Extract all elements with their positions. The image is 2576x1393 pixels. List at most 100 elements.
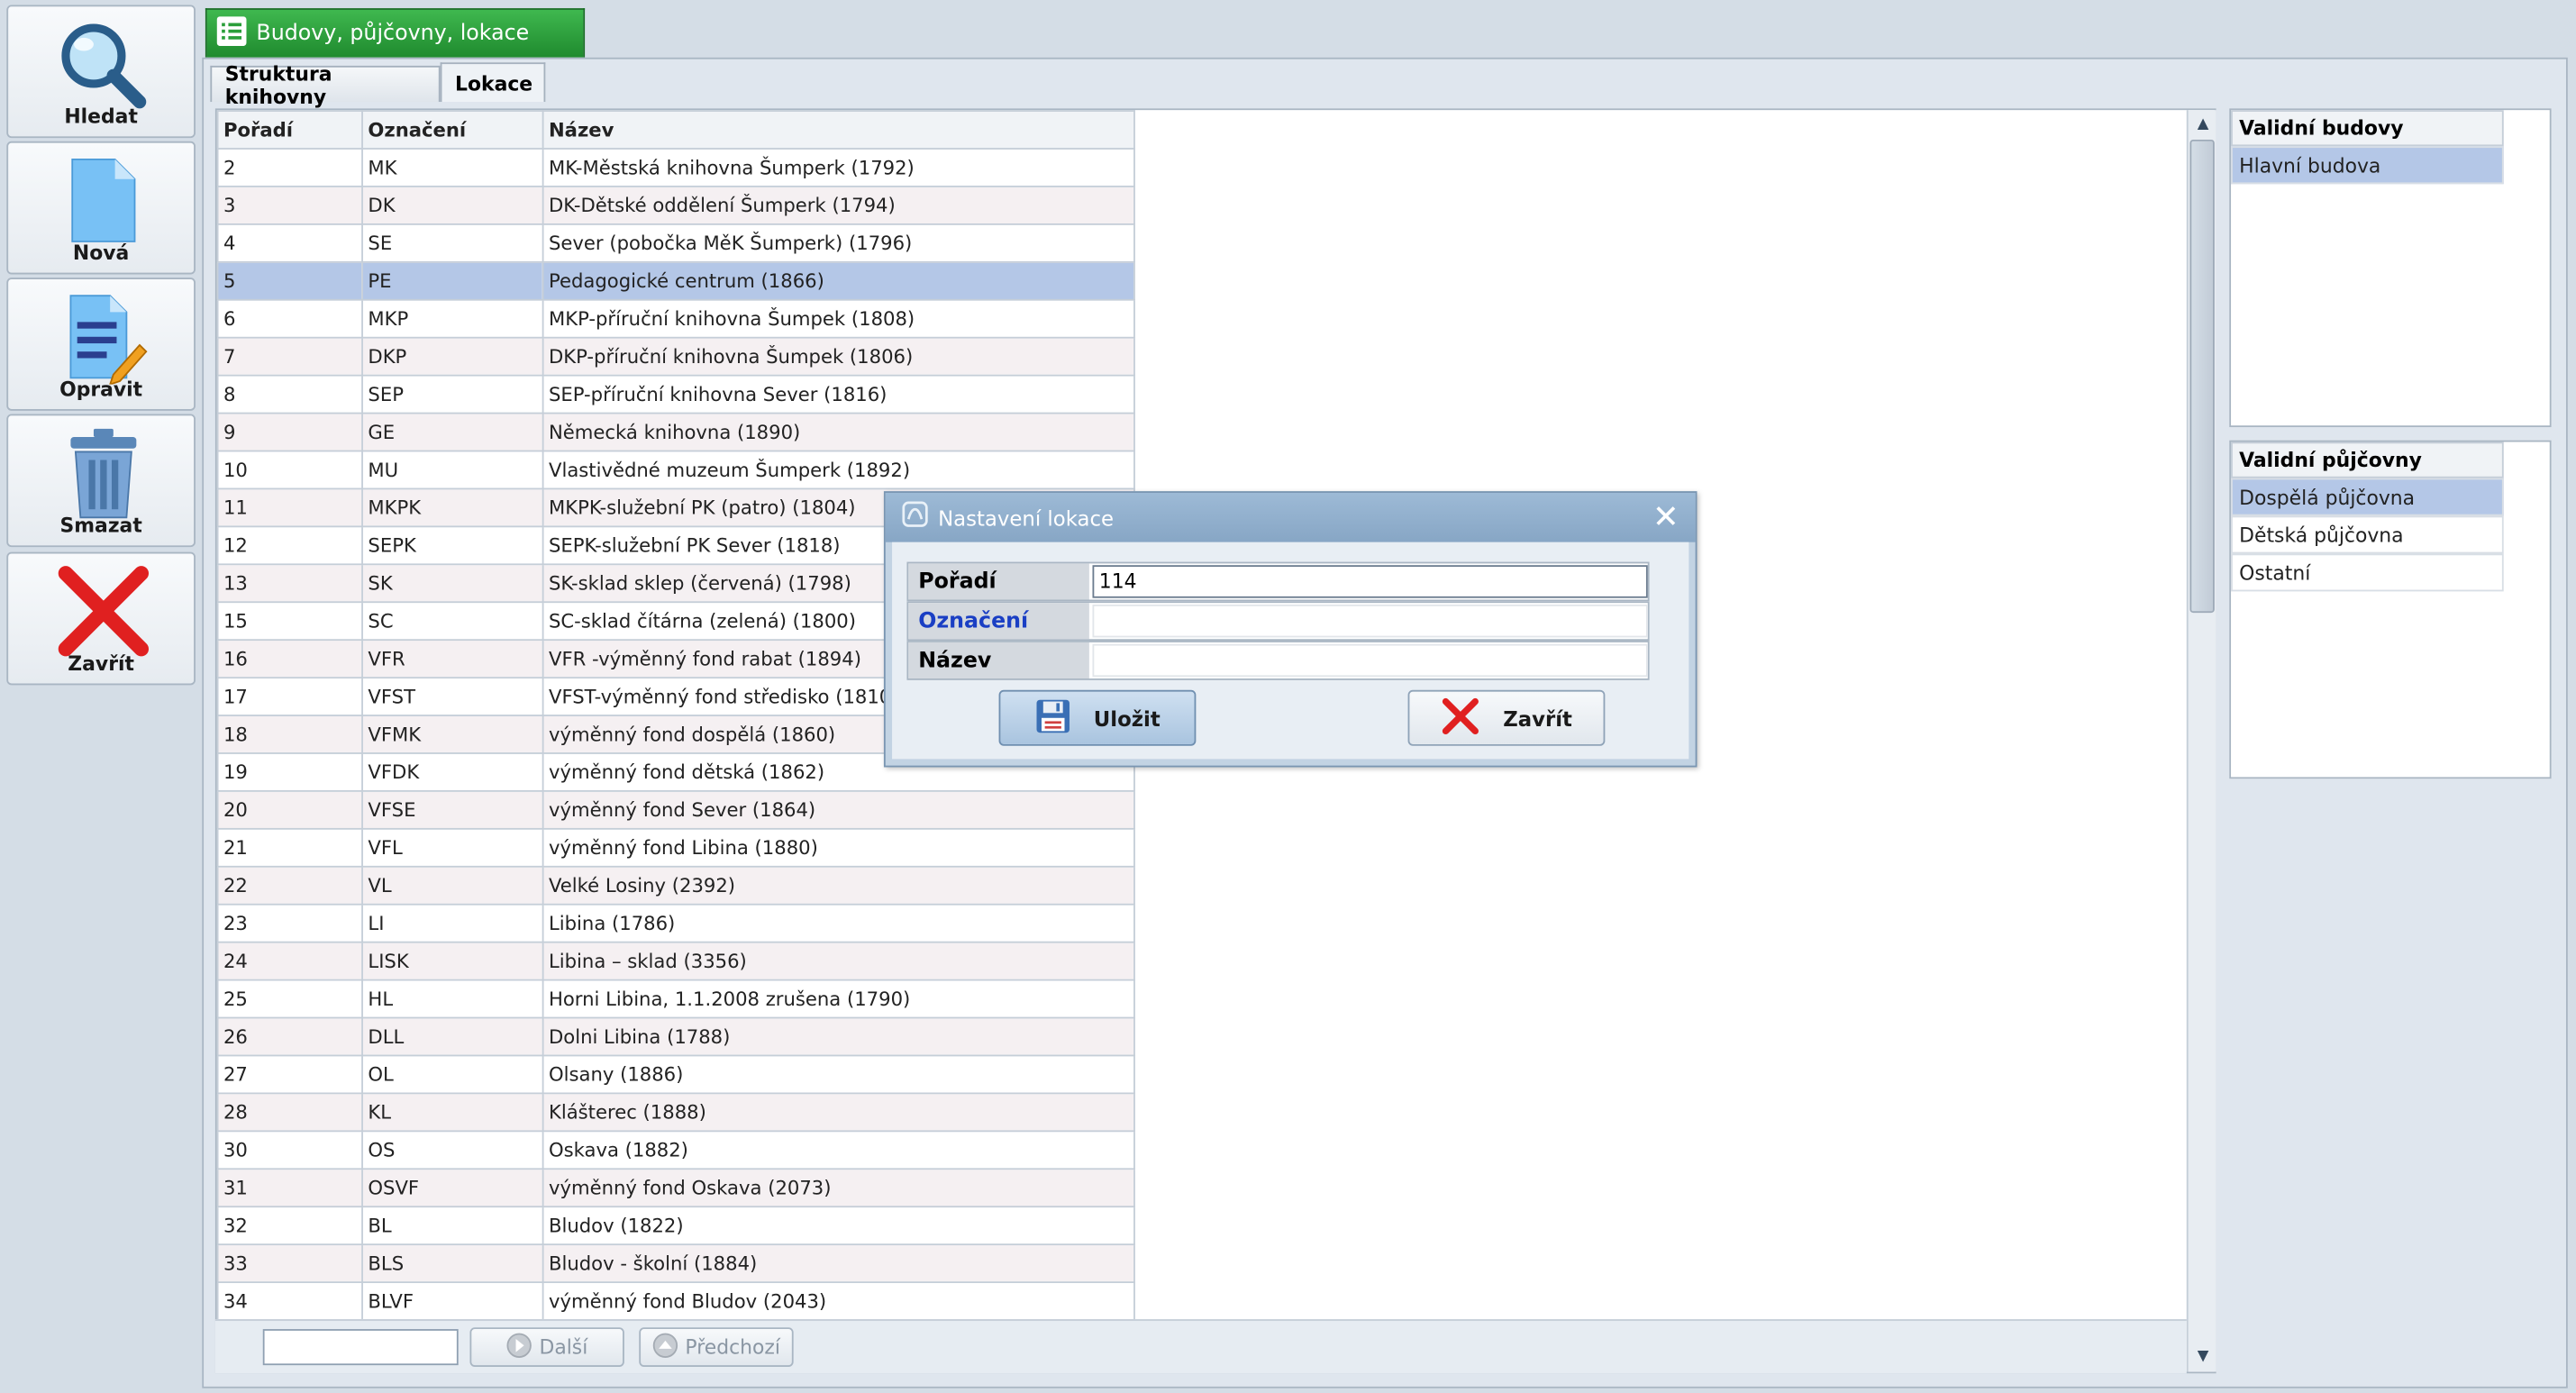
module-tab[interactable]: Budovy, půjčovny, lokace bbox=[205, 8, 586, 58]
previous-button[interactable]: Předchozí bbox=[639, 1327, 794, 1367]
code-cell: OL bbox=[361, 1054, 544, 1095]
table-row[interactable]: 7 DKP DKP-příruční knihovna Šumpek (1806) bbox=[216, 336, 1135, 377]
new-button[interactable]: Nová bbox=[6, 141, 196, 275]
name-cell: MK-Městská knihovna Šumperk (1792) bbox=[542, 148, 1135, 187]
tab-library-structure[interactable]: Struktura knihovny bbox=[210, 61, 441, 107]
code-field[interactable] bbox=[1092, 604, 1648, 638]
location-settings-dialog: Nastavení lokace Pořadí 114 Označení Náz… bbox=[883, 491, 1698, 768]
table-row[interactable]: 25 HL Horni Libina, 1.1.2008 zrušena (1790… bbox=[216, 979, 1135, 1019]
pager-search-input[interactable] bbox=[262, 1329, 459, 1366]
table-row[interactable]: 20 VFSE výměnný fond Sever (1864) bbox=[216, 790, 1135, 830]
next-button[interactable]: Další bbox=[469, 1327, 624, 1367]
table-row[interactable]: 5 PE Pedagogické centrum (1866) bbox=[216, 260, 1135, 301]
code-cell: DLL bbox=[361, 1016, 544, 1057]
name-cell: Horni Libina, 1.1.2008 zrušena (1790) bbox=[542, 979, 1135, 1019]
name-cell: Bludov - školní (1884) bbox=[542, 1243, 1135, 1283]
dialog-title-bar[interactable]: Nastavení lokace bbox=[885, 492, 1696, 542]
table-row[interactable]: 3 DK DK-Dětské oddělení Šumperk (1794) bbox=[216, 186, 1135, 225]
save-button-label: Uložit bbox=[1093, 706, 1161, 731]
code-cell: VFST bbox=[361, 677, 544, 716]
list-item[interactable]: Ostatní bbox=[2231, 553, 2504, 592]
code-cell: OS bbox=[361, 1130, 544, 1170]
name-field-row: Název bbox=[906, 641, 1650, 680]
name-cell: Sever (pobočka MěK Šumperk) (1796) bbox=[542, 223, 1135, 263]
table-row[interactable]: 33 BLS Bludov - školní (1884) bbox=[216, 1243, 1135, 1283]
code-cell: HL bbox=[361, 979, 544, 1019]
column-header-name[interactable]: Název bbox=[542, 110, 1135, 150]
order-cell: 18 bbox=[216, 715, 363, 754]
list-icon bbox=[216, 15, 247, 51]
column-header-order[interactable]: Pořadí bbox=[216, 110, 363, 150]
code-cell: VFDK bbox=[361, 752, 544, 792]
name-field-label: Název bbox=[908, 642, 1089, 679]
table-row[interactable]: 31 OSVF výměnný fond Oskava (2073) bbox=[216, 1168, 1135, 1208]
order-cell: 7 bbox=[216, 336, 363, 377]
code-field-label: Označení bbox=[908, 603, 1089, 640]
order-cell: 27 bbox=[216, 1054, 363, 1095]
order-field[interactable]: 114 bbox=[1092, 565, 1648, 598]
name-field[interactable] bbox=[1092, 643, 1648, 678]
list-item[interactable]: Dětská půjčovna bbox=[2231, 515, 2504, 554]
application-window: Hledat Nová Opravit Smazat Zavřít Budovy… bbox=[0, 0, 2576, 1393]
order-cell: 24 bbox=[216, 941, 363, 981]
column-header-code[interactable]: Označení bbox=[361, 110, 544, 150]
list-item[interactable]: Hlavní budova bbox=[2231, 146, 2504, 185]
scroll-up-arrow-icon[interactable]: ▲ bbox=[2189, 112, 2216, 138]
table-row[interactable]: 8 SEP SEP-příruční knihovna Sever (1816) bbox=[216, 374, 1135, 414]
code-cell: SK bbox=[361, 563, 544, 604]
list-item[interactable]: Dospělá půjčovna bbox=[2231, 478, 2504, 516]
name-cell: Velké Losiny (2392) bbox=[542, 865, 1135, 906]
table-row[interactable]: 4 SE Sever (pobočka MěK Šumperk) (1796) bbox=[216, 223, 1135, 263]
table-row[interactable]: 28 KL Klášterec (1888) bbox=[216, 1092, 1135, 1133]
table-row[interactable]: 24 LISK Libina – sklad (3356) bbox=[216, 941, 1135, 981]
order-cell: 30 bbox=[216, 1130, 363, 1170]
code-cell: LISK bbox=[361, 941, 544, 981]
order-cell: 16 bbox=[216, 639, 363, 679]
delete-button[interactable]: Smazat bbox=[6, 414, 196, 548]
next-button-label: Další bbox=[539, 1335, 588, 1359]
order-cell: 6 bbox=[216, 298, 363, 339]
floppy-disk-icon bbox=[1034, 697, 1070, 739]
table-row[interactable]: 32 BL Bludov (1822) bbox=[216, 1206, 1135, 1246]
table-row[interactable]: 2 MK MK-Městská knihovna Šumperk (1792) bbox=[216, 148, 1135, 187]
name-cell: Klášterec (1888) bbox=[542, 1092, 1135, 1133]
valid-buildings-panel: Validní budovy Hlavní budova bbox=[2229, 108, 2552, 428]
table-row[interactable]: 10 MU Vlastivědné muzeum Šumperk (1892) bbox=[216, 450, 1135, 490]
order-cell: 3 bbox=[216, 186, 363, 225]
close-x-icon bbox=[8, 563, 197, 659]
code-cell: SC bbox=[361, 601, 544, 642]
table-row[interactable]: 21 VFL výměnný fond Libina (1880) bbox=[216, 827, 1135, 868]
order-cell: 12 bbox=[216, 525, 363, 566]
name-cell: výměnný fond Bludov (2043) bbox=[542, 1281, 1135, 1321]
close-button[interactable]: Zavřít bbox=[6, 551, 197, 686]
valid-buildings-header: Validní budovy bbox=[2231, 110, 2504, 147]
code-cell: SEPK bbox=[361, 525, 544, 566]
tab-locations[interactable]: Lokace bbox=[440, 62, 546, 103]
save-button[interactable]: Uložit bbox=[998, 689, 1197, 746]
edit-button[interactable]: Opravit bbox=[6, 278, 196, 411]
name-cell: Německá knihovna (1890) bbox=[542, 412, 1135, 452]
edit-document-icon bbox=[8, 289, 197, 385]
table-row[interactable]: 26 DLL Dolni Libina (1788) bbox=[216, 1016, 1135, 1057]
new-document-icon bbox=[8, 153, 197, 249]
grid-scrollbar[interactable]: ▲ ▼ bbox=[2186, 110, 2216, 1372]
table-row[interactable]: 22 VL Velké Losiny (2392) bbox=[216, 865, 1135, 906]
code-cell: MK bbox=[361, 148, 544, 187]
table-row[interactable]: 34 BLVF výměnný fond Bludov (2043) bbox=[216, 1281, 1135, 1321]
code-cell: KL bbox=[361, 1092, 544, 1133]
name-cell: DKP-příruční knihovna Šumpek (1806) bbox=[542, 336, 1135, 377]
next-arrow-icon bbox=[506, 1332, 532, 1363]
search-button[interactable]: Hledat bbox=[6, 5, 196, 139]
order-cell: 17 bbox=[216, 677, 363, 716]
dialog-close-icon[interactable] bbox=[1652, 503, 1679, 529]
scrollbar-thumb[interactable] bbox=[2189, 139, 2215, 614]
table-row[interactable]: 9 GE Německá knihovna (1890) bbox=[216, 412, 1135, 452]
table-row[interactable]: 27 OL Olsany (1886) bbox=[216, 1054, 1135, 1095]
scroll-down-arrow-icon[interactable]: ▼ bbox=[2189, 1343, 2216, 1370]
grid-header-row: Pořadí Označení Název bbox=[216, 110, 1135, 150]
table-row[interactable]: 30 OS Oskava (1882) bbox=[216, 1130, 1135, 1170]
dialog-close-button[interactable]: Zavřít bbox=[1407, 689, 1606, 746]
table-row[interactable]: 6 MKP MKP-příruční knihovna Šumpek (1808) bbox=[216, 298, 1135, 339]
table-row[interactable]: 23 LI Libina (1786) bbox=[216, 903, 1135, 943]
name-cell: Dolni Libina (1788) bbox=[542, 1016, 1135, 1057]
